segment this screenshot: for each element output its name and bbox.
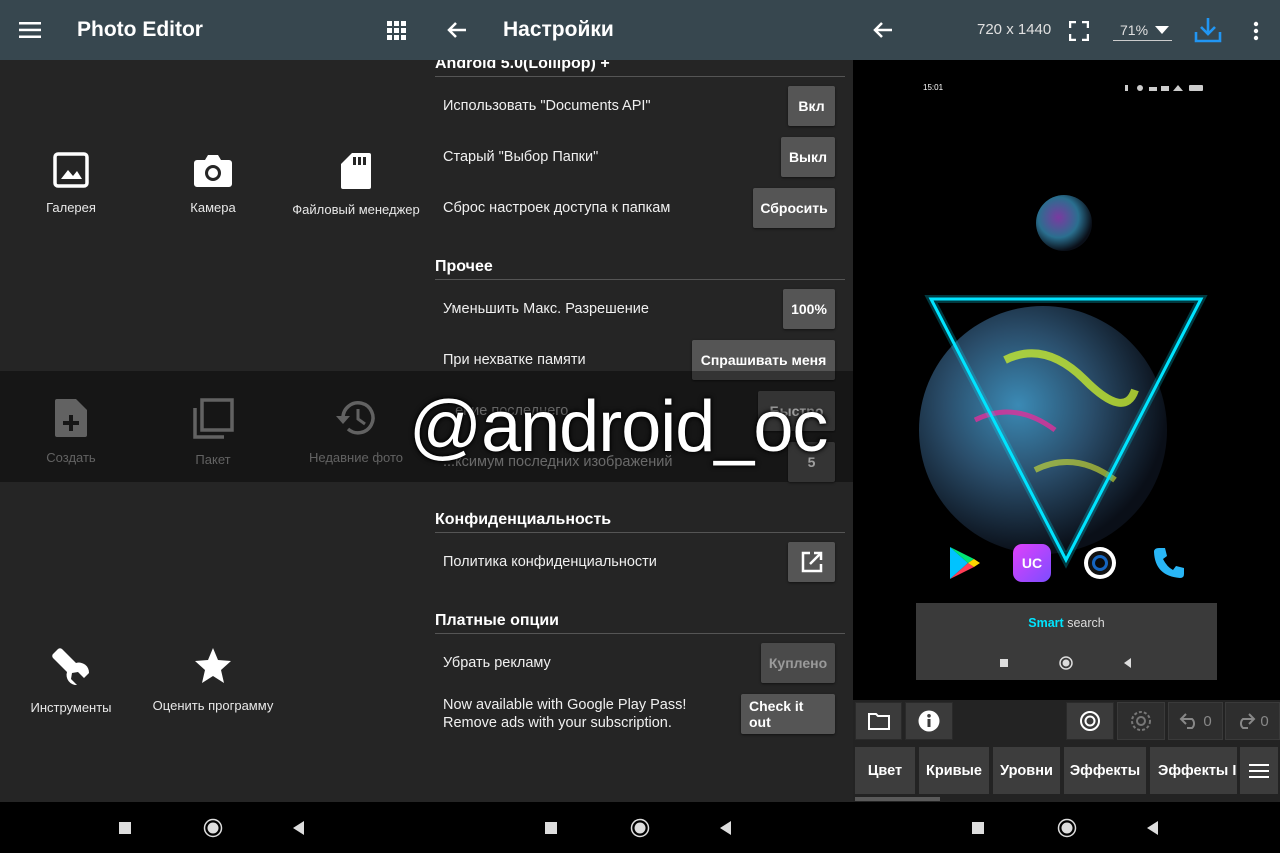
editor-toolbar: 720 x 1440 71%	[853, 0, 1280, 60]
zoom-dropdown[interactable]: 71%	[1113, 17, 1172, 41]
play-pass-button[interactable]: Check it out	[741, 694, 835, 734]
rate-app-tile[interactable]: Оценить программу	[142, 646, 284, 713]
info-icon	[918, 710, 940, 732]
privacy-policy-label: Политика конфиденциальности	[443, 554, 657, 570]
back-icon[interactable]	[293, 821, 305, 835]
tab-effects[interactable]: Эффекты	[1064, 747, 1146, 794]
redo-count: 0	[1260, 712, 1269, 730]
max-resolution-label: Уменьшить Макс. Разрешение	[443, 301, 649, 317]
tab-curves[interactable]: Кривые	[919, 747, 989, 794]
target-icon	[1080, 711, 1100, 731]
reset-access-button[interactable]: Сбросить	[753, 188, 835, 228]
recents-icon[interactable]	[119, 822, 131, 834]
download-icon[interactable]	[1194, 17, 1222, 43]
fullscreen-icon[interactable]	[1069, 21, 1089, 41]
tools-label: Инструменты	[30, 700, 112, 715]
settings-title: Настройки	[503, 18, 614, 41]
open-folder-button[interactable]	[855, 702, 902, 740]
undo-icon	[1179, 713, 1196, 729]
menu-icon	[1249, 763, 1269, 778]
max-resolution-button[interactable]: 100%	[783, 289, 835, 329]
section-paid: Платные опции	[435, 612, 845, 634]
app-title: Photo Editor	[77, 18, 203, 41]
recents-icon[interactable]	[972, 822, 984, 834]
settings-app-bar: Настройки	[427, 0, 853, 60]
reset-access-label: Сброс настроек доступа к папкам	[443, 200, 671, 216]
open-external-icon	[801, 551, 822, 573]
zoom-value: 71%	[1120, 22, 1149, 38]
app-bar: Photo Editor	[0, 0, 427, 60]
section-other: Прочее	[435, 258, 845, 280]
play-pass-line-2: Remove ads with your subscription.	[443, 715, 672, 731]
home-icon[interactable]	[1057, 818, 1077, 838]
camera-label: Камера	[190, 200, 236, 215]
editor-panel: 720 x 1440 71% 15:01 UC Smart search 0 0…	[853, 0, 1280, 802]
file-manager-label: Файловый менеджер	[292, 202, 420, 217]
folder-icon	[867, 713, 890, 730]
phone-app-icon	[1154, 548, 1184, 578]
tab-indicator	[855, 797, 940, 801]
low-memory-label: При нехватке памяти	[443, 352, 586, 368]
camera-icon	[194, 155, 232, 187]
info-button[interactable]	[905, 702, 953, 740]
tab-color[interactable]: Цвет	[855, 747, 915, 794]
tools-tile[interactable]: Инструменты	[0, 646, 142, 715]
back-arrow-icon[interactable]	[873, 21, 893, 39]
camera-tile[interactable]: Камера	[142, 152, 284, 215]
redo-icon	[1240, 713, 1256, 729]
camera-app-icon	[1084, 547, 1116, 579]
loading-circle-icon	[1131, 711, 1151, 731]
system-nav-bar	[0, 802, 1280, 853]
file-manager-tile[interactable]: Файловый менеджер	[285, 152, 427, 217]
watermark-text: @android_oc	[409, 387, 828, 467]
star-icon	[195, 648, 231, 683]
back-icon[interactable]	[720, 821, 732, 835]
chevron-down-icon	[1155, 26, 1169, 34]
documents-api-label: Использовать "Documents API"	[443, 98, 651, 114]
play-pass-line-1: Now available with Google Play Pass!	[443, 697, 687, 713]
uc-browser-icon: UC	[1013, 544, 1051, 582]
back-arrow-icon[interactable]	[447, 21, 467, 39]
privacy-policy-button[interactable]	[788, 542, 835, 582]
remove-ads-button[interactable]: Куплено	[761, 643, 835, 683]
documents-api-button[interactable]: Вкл	[788, 86, 835, 126]
gallery-tile[interactable]: Галерея	[0, 152, 142, 215]
menu-icon[interactable]	[19, 22, 41, 38]
section-privacy: Конфиденциальность	[435, 511, 845, 533]
home-icon[interactable]	[630, 818, 650, 838]
play-store-icon	[950, 547, 980, 579]
smart-search-widget[interactable]: Smart search	[916, 603, 1217, 680]
back-icon[interactable]	[1147, 821, 1159, 835]
undo-button[interactable]: 0	[1168, 702, 1223, 740]
mini-nav-icons	[1000, 656, 1131, 670]
tabs-menu-button[interactable]	[1240, 747, 1278, 794]
compare-button[interactable]	[1066, 702, 1114, 740]
rate-app-label: Оценить программу	[152, 698, 274, 713]
gallery-label: Галерея	[46, 200, 96, 215]
old-picker-button[interactable]: Выкл	[781, 137, 835, 177]
grid-icon[interactable]	[387, 21, 406, 40]
smart-search-rest: search	[1063, 616, 1105, 630]
remove-ads-label: Убрать рекламу	[443, 655, 551, 671]
tab-levels[interactable]: Уровни	[993, 747, 1060, 794]
home-icon[interactable]	[203, 818, 223, 838]
sd-card-icon	[341, 153, 371, 189]
smart-search-accent: Smart	[1028, 616, 1064, 630]
image-icon	[53, 152, 89, 188]
history-button[interactable]	[1117, 702, 1165, 740]
undo-count: 0	[1203, 712, 1212, 730]
redo-button[interactable]: 0	[1225, 702, 1280, 740]
recents-icon[interactable]	[545, 822, 557, 834]
tab-effects-2[interactable]: Эффекты II	[1150, 747, 1237, 794]
image-resolution: 720 x 1440	[977, 21, 1052, 38]
smart-search-text: Smart search	[916, 616, 1217, 630]
wrench-icon	[52, 648, 90, 686]
more-vert-icon[interactable]	[1253, 21, 1259, 41]
old-picker-label: Старый "Выбор Папки"	[443, 149, 599, 165]
